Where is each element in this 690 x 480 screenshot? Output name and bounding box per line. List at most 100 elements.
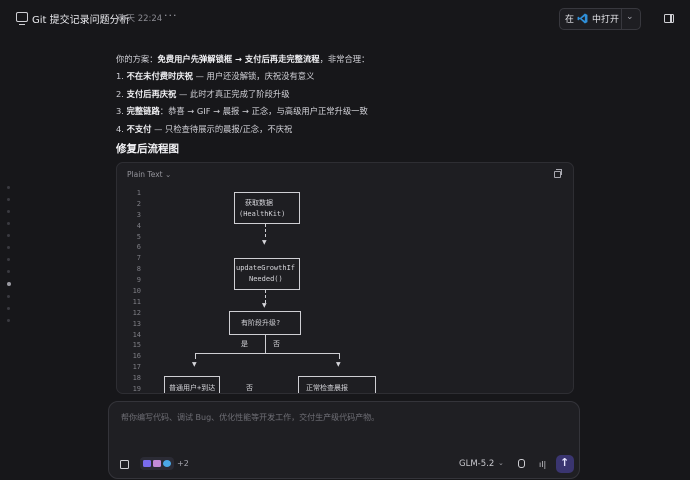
node-fetch-data	[234, 192, 300, 224]
list-number: 1.	[116, 71, 124, 81]
line-number: 3	[136, 210, 141, 219]
edit-icon[interactable]	[120, 460, 129, 469]
line-number: 4	[136, 221, 141, 230]
voice-wave-icon[interactable]: ıl|	[539, 460, 546, 469]
branch-line-left	[195, 353, 265, 354]
nav-dot[interactable]	[7, 234, 10, 237]
image-attachment-icon	[143, 460, 151, 467]
list-bold: 完整链路	[126, 106, 160, 116]
nav-dot[interactable]	[7, 210, 10, 213]
nav-dot[interactable]	[7, 222, 10, 225]
node-update-line2: Needed()	[249, 275, 283, 283]
node-stage-text: 有阶段升级?	[241, 319, 281, 327]
line-number: 1	[136, 189, 141, 197]
code-block: Plain Text ⌄ 1 2 3 4 5 6 7 8 9 10 11 12 13 14 15 16 17 18…	[116, 162, 574, 394]
sidebar-toggle-icon[interactable]	[664, 14, 674, 23]
line-number: 6	[136, 243, 141, 252]
image-attachment-icon	[153, 460, 161, 467]
window-icon	[16, 12, 28, 25]
nav-dot-active[interactable]	[7, 282, 11, 286]
copy-icon[interactable]	[554, 169, 562, 178]
node-update-growth	[234, 258, 300, 290]
intro-paragraph: 你的方案：免费用户先弹解锁框 → 支付后再走完整流程，非常合理：	[116, 53, 369, 65]
list-text: ：恭喜 → GIF → 晨报 → 正念，与高级用户正常升级一致	[159, 106, 368, 116]
model-selector[interactable]: GLM-5.2	[459, 459, 494, 469]
section-heading: 修复后流程图	[116, 143, 179, 155]
intro-bold: 免费用户先弹解锁框 → 支付后再走完整流程	[157, 54, 320, 64]
conversation-title[interactable]: Git 提交记录问题分析	[32, 11, 130, 26]
line-number: 5	[136, 232, 141, 241]
connector	[339, 353, 340, 359]
branch-no: 否	[273, 340, 280, 348]
line-number: 15	[132, 341, 141, 350]
branch-line-right	[265, 353, 339, 354]
list-item: 2. 支付后再庆祝 — 此时才真正完成了阶段升级	[116, 89, 368, 107]
list-number: 4.	[116, 123, 124, 134]
list-item: 1. 不在未付费时庆祝 — 用户还没解锁，庆祝没有意义	[116, 71, 368, 89]
list-bold: 不在未付费时庆祝	[126, 71, 193, 81]
microphone-icon[interactable]	[518, 459, 525, 468]
line-number: 16	[132, 352, 141, 361]
nav-dot[interactable]	[7, 295, 10, 298]
node-fetch-line1: 获取数据	[245, 199, 273, 207]
list-bold: 支付后再庆祝	[126, 88, 177, 99]
chevron-down-icon: ⌄	[164, 170, 172, 179]
nav-dot[interactable]	[7, 307, 10, 310]
list-number: 3.	[116, 106, 124, 116]
intro-text: 你的方案：	[116, 54, 158, 64]
vscode-icon	[577, 13, 588, 24]
nav-dot[interactable]	[7, 270, 10, 273]
more-options-icon[interactable]: ···	[164, 9, 178, 22]
line-number: 8	[136, 265, 141, 274]
attachment-icon	[163, 460, 171, 467]
line-number: 13	[132, 319, 141, 328]
chat-input-box[interactable]: 帮你编写代码、调试 Bug、优化性能等开发工作，交付生产级代码产物。 +2 GL…	[108, 401, 580, 479]
chevron-down-icon[interactable]: ⌄	[498, 459, 504, 467]
branch-yes: 是	[241, 340, 248, 348]
node-fetch-line2: (HealthKit)	[239, 210, 286, 218]
nav-dot[interactable]	[7, 246, 10, 249]
connector	[195, 353, 196, 359]
list-item: 3. 完整链路：恭喜 → GIF → 晨报 → 正念，与高级用户正常升级一致	[116, 106, 368, 124]
list-text: — 只检查待展示的晨报/正念，不庆祝	[151, 123, 293, 134]
language-selector[interactable]: Plain Text ⌄	[127, 170, 171, 179]
arrow-down: ▼	[262, 302, 267, 309]
list-text: — 此时才真正完成了阶段升级	[176, 88, 290, 99]
send-button[interactable]	[556, 455, 574, 473]
line-number: 12	[132, 308, 141, 317]
line-number: 18	[132, 374, 141, 383]
conversation-time: 昨天 22:24	[118, 14, 163, 24]
list-text: — 用户还没解锁，庆祝没有意义	[192, 71, 315, 81]
open-prefix: 在	[565, 15, 575, 25]
nav-dot[interactable]	[7, 258, 10, 261]
reason-list: 1. 不在未付费时庆祝 — 用户还没解锁，庆祝没有意义 2. 支付后再庆祝 — …	[116, 71, 368, 141]
nav-dot[interactable]	[7, 186, 10, 189]
line-number: 17	[132, 363, 141, 372]
chat-input-placeholder[interactable]: 帮你编写代码、调试 Bug、优化性能等开发工作，交付生产级代码产物。	[121, 412, 379, 423]
message-navigator	[7, 186, 13, 331]
arrow-down: ▼	[192, 361, 197, 368]
nav-dot[interactable]	[7, 198, 10, 201]
list-bold: 不支付	[126, 123, 152, 134]
more-attachments-count[interactable]: +2	[177, 459, 189, 468]
line-number: 2	[136, 199, 141, 208]
line-number: 14	[132, 330, 141, 339]
divider	[621, 9, 622, 29]
open-in-editor-button[interactable]: 在 中打开 ⌄	[559, 8, 641, 30]
chevron-down-icon[interactable]: ⌄	[626, 12, 634, 22]
arrow-down: ▼	[262, 239, 267, 246]
line-number: 7	[136, 254, 141, 263]
node-normal-check-text: 正常检查晨报	[306, 384, 348, 392]
list-number: 2.	[116, 88, 124, 99]
context-attachments[interactable]	[140, 457, 174, 470]
open-label: 中打开	[592, 15, 620, 25]
node-update-line1: updateGrowthIf	[236, 264, 296, 272]
line-number: 19	[132, 385, 141, 394]
node-free-user-text: 普通用户+到达	[169, 384, 216, 392]
mid-no-label: 否	[246, 384, 253, 392]
language-label: Plain Text	[127, 170, 163, 179]
nav-dot[interactable]	[7, 319, 10, 322]
arrow-down: ▼	[336, 361, 341, 368]
top-bar: Git 提交记录问题分析 昨天 22:24 ··· 在 中打开 ⌄	[0, 0, 690, 36]
line-number: 10	[132, 287, 141, 296]
